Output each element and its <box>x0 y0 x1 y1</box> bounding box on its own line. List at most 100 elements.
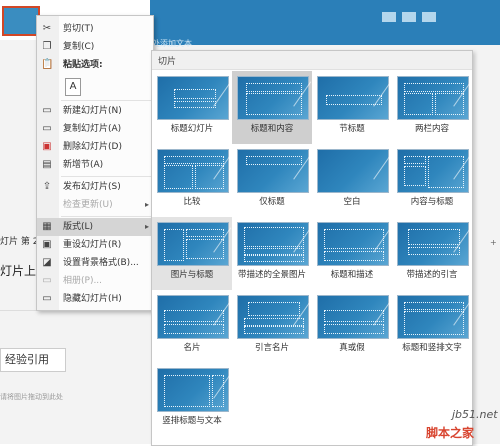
paste-icon: 📋 <box>41 59 54 70</box>
layout-caption: 仅标题 <box>259 197 285 207</box>
experience-reference-button[interactable]: 经验引用 <box>0 348 66 372</box>
gallery-header-label: 切片 <box>158 57 177 67</box>
submenu-arrow-icon: ▸ <box>144 200 149 209</box>
submenu-arrow-icon: ▸ <box>144 222 149 231</box>
layout-title-slide[interactable]: 标题幻灯片 <box>152 71 232 144</box>
menu-item-format-background[interactable]: ◪ 设置背景格式(B)... <box>37 254 153 272</box>
scroll-plus-icon[interactable]: + <box>490 238 497 247</box>
table-icon[interactable] <box>382 12 396 22</box>
menu-separator <box>61 100 151 101</box>
menu-item-label: 发布幻灯片(S) <box>63 182 121 192</box>
menu-item-label: 相册(P)... <box>63 276 103 286</box>
watermark-site: jb51.net <box>452 408 498 421</box>
slide-placeholder-text[interactable]: 处添加文本 <box>152 38 192 49</box>
menu-item-label: 复制幻灯片(A) <box>63 124 122 134</box>
layout-section-header[interactable]: 节标题 <box>312 71 392 144</box>
layout-caption: 标题和描述 <box>330 270 374 280</box>
layout-caption: 带描述的全景图片 <box>237 270 306 280</box>
menu-item-reset-slide[interactable]: ▣ 重设幻灯片(R) <box>37 236 153 254</box>
layout-caption: 真或假 <box>339 343 365 353</box>
menu-item-label: 设置背景格式(B)... <box>63 258 139 268</box>
album-icon: ▭ <box>42 275 52 286</box>
reset-icon: ▣ <box>42 239 52 250</box>
layout-thumbnail <box>317 292 392 339</box>
hide-slide-icon: ▭ <box>42 293 52 304</box>
layout-caption: 引言名片 <box>254 343 289 353</box>
menu-item-label: 重设幻灯片(R) <box>63 240 122 250</box>
layout-blank[interactable]: 空白 <box>312 144 392 217</box>
layout-caption: 带描述的引言 <box>406 270 458 280</box>
menu-item-check-updates: 检查更新(U) ▸ <box>37 196 153 214</box>
layout-title-and-vertical-text[interactable]: 标题和竖排文字 <box>392 290 472 363</box>
layout-title-and-content[interactable]: 标题和内容 <box>232 71 312 144</box>
layout-thumbnail <box>237 73 312 120</box>
menu-item-cut[interactable]: ✂ 剪切(T) <box>37 20 153 38</box>
layout-thumbnail <box>397 292 472 339</box>
menu-item-label: 粘贴选项: <box>63 60 103 70</box>
layout-caption: 标题和内容 <box>250 124 294 134</box>
menu-item-delete-slide[interactable]: ▣ 删除幻灯片(D) <box>37 138 153 156</box>
menu-item-publish-slides[interactable]: ⇪ 发布幻灯片(S) <box>37 178 153 196</box>
layout-quote-name-card[interactable]: 引言名片 <box>232 290 312 363</box>
layout-thumbnail <box>317 219 392 266</box>
menu-item-label: 新增节(A) <box>63 160 104 170</box>
menu-separator <box>61 176 151 177</box>
gallery-header: 切片 <box>152 51 472 70</box>
watermark-name: 脚本之家 <box>426 426 475 440</box>
layout-title-only[interactable]: 仅标题 <box>232 144 312 217</box>
layout-quote-with-caption[interactable]: 带描述的引言 <box>392 217 472 290</box>
menu-item-hide-slide[interactable]: ▭ 隐藏幻灯片(H) <box>37 290 153 308</box>
layout-thumbnail <box>317 73 392 120</box>
slide-canvas[interactable] <box>150 0 500 45</box>
layout-caption: 标题和竖排文字 <box>402 343 462 353</box>
menu-item-label: 删除幻灯片(D) <box>63 142 122 152</box>
layout-caption: 标题幻灯片 <box>170 124 214 134</box>
menu-item-label: 检查更新(U) <box>63 200 113 210</box>
menu-item-new-slide[interactable]: ▭ 新建幻灯片(N) <box>37 102 153 120</box>
paste-keep-source-icon[interactable]: A <box>65 78 81 96</box>
layout-content-with-caption[interactable]: 内容与标题 <box>392 144 472 217</box>
layout-gallery: 切片 标题幻灯片 标题和内容 节标题 两栏内容 比较 仅标题 空白 内容与标题 … <box>151 50 473 446</box>
chart-icon[interactable] <box>402 12 416 22</box>
menu-item-duplicate-slide[interactable]: ▭ 复制幻灯片(A) <box>37 120 153 138</box>
menu-item-label: 复制(C) <box>63 42 95 52</box>
layout-caption: 竖排标题与文本 <box>162 416 222 426</box>
menu-item-label: 新建幻灯片(N) <box>63 106 122 116</box>
layout-panoramic-picture-with-caption[interactable]: 带描述的全景图片 <box>232 217 312 290</box>
layout-thumbnail <box>157 292 232 339</box>
content-placeholder-icons <box>382 12 436 22</box>
selected-slide-thumbnail[interactable] <box>2 6 40 36</box>
context-menu: ✂ 剪切(T) ❐ 复制(C) 📋 粘贴选项: A ▭ 新建幻灯片(N) ▭ 复… <box>36 15 154 311</box>
menu-item-label: 剪切(T) <box>63 24 94 34</box>
add-section-icon: ▤ <box>42 159 52 170</box>
layout-name-card[interactable]: 名片 <box>152 290 232 363</box>
layout-two-content[interactable]: 两栏内容 <box>392 71 472 144</box>
layout-caption: 内容与标题 <box>410 197 454 207</box>
left-text-line: 灯片上 <box>0 264 37 278</box>
layout-thumbnail <box>237 292 312 339</box>
layout-true-or-false[interactable]: 真或假 <box>312 290 392 363</box>
layout-thumbnail <box>317 146 392 193</box>
smartart-icon[interactable] <box>422 12 436 22</box>
menu-item-label: 版式(L) <box>63 222 94 232</box>
layout-thumbnail <box>237 146 312 193</box>
layout-caption: 两栏内容 <box>414 124 449 134</box>
layout-picture-with-caption[interactable]: 图片与标题 <box>152 217 232 290</box>
menu-separator <box>61 216 151 217</box>
layout-caption: 名片 <box>183 343 201 353</box>
layout-caption: 空白 <box>343 197 361 207</box>
new-slide-icon: ▭ <box>42 105 52 116</box>
menu-item-copy[interactable]: ❐ 复制(C) <box>37 38 153 56</box>
layout-title-and-caption[interactable]: 标题和描述 <box>312 217 392 290</box>
layout-thumbnail <box>157 73 232 120</box>
layout-vertical-title-and-text[interactable]: 竖排标题与文本 <box>152 363 232 436</box>
layout-comparison[interactable]: 比较 <box>152 144 232 217</box>
drop-hint: 请将图片拖动到此处 <box>0 393 63 401</box>
layout-thumbnail <box>397 73 472 120</box>
layout-thumbnail <box>157 219 232 266</box>
publish-icon: ⇪ <box>42 181 52 192</box>
copy-icon: ❐ <box>42 41 52 52</box>
menu-item-add-section[interactable]: ▤ 新增节(A) <box>37 156 153 174</box>
menu-item-layout[interactable]: ▦ 版式(L) ▸ <box>37 218 153 236</box>
layout-caption: 比较 <box>183 197 201 207</box>
